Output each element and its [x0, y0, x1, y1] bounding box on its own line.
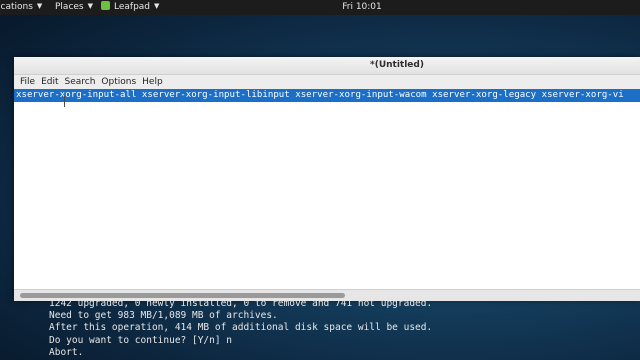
menu-help[interactable]: Help	[139, 75, 166, 89]
leafpad-window: *(Untitled) File Edit Search Options Help xs…	[14, 57, 640, 301]
terminal-line: After this operation, 414 MB of addition…	[49, 322, 433, 334]
text-editor-area[interactable]: xserver-xorg-input-all xserver-xorg-inpu…	[14, 89, 640, 289]
text-cursor-icon	[64, 96, 65, 107]
menu-options[interactable]: Options	[98, 75, 139, 89]
terminal-line: Abort.	[49, 346, 84, 358]
terminal-line: 1242 upgraded, 0 newly installed, 0 to r…	[49, 298, 433, 309]
top-panel: ications ▼ Places ▼ Leafpad ▼ Fri 10:01	[0, 0, 640, 15]
menu-bar: File Edit Search Options Help	[14, 75, 640, 89]
terminal-output: 1242 upgraded, 0 newly installed, 0 to r…	[49, 298, 432, 359]
selected-text-line[interactable]: xserver-xorg-input-all xserver-xorg-inpu…	[14, 89, 640, 102]
menu-file[interactable]: File	[17, 75, 38, 89]
clock[interactable]: Fri 10:01	[0, 0, 640, 15]
window-titlebar[interactable]: *(Untitled)	[14, 57, 640, 75]
window-title: *(Untitled)	[370, 60, 424, 70]
terminal-line: Need to get 983 MB/1,089 MB of archives.	[49, 310, 278, 322]
terminal-line: Do you want to continue? [Y/n] n	[49, 334, 233, 346]
menu-edit[interactable]: Edit	[38, 75, 61, 89]
menu-search[interactable]: Search	[62, 75, 99, 89]
